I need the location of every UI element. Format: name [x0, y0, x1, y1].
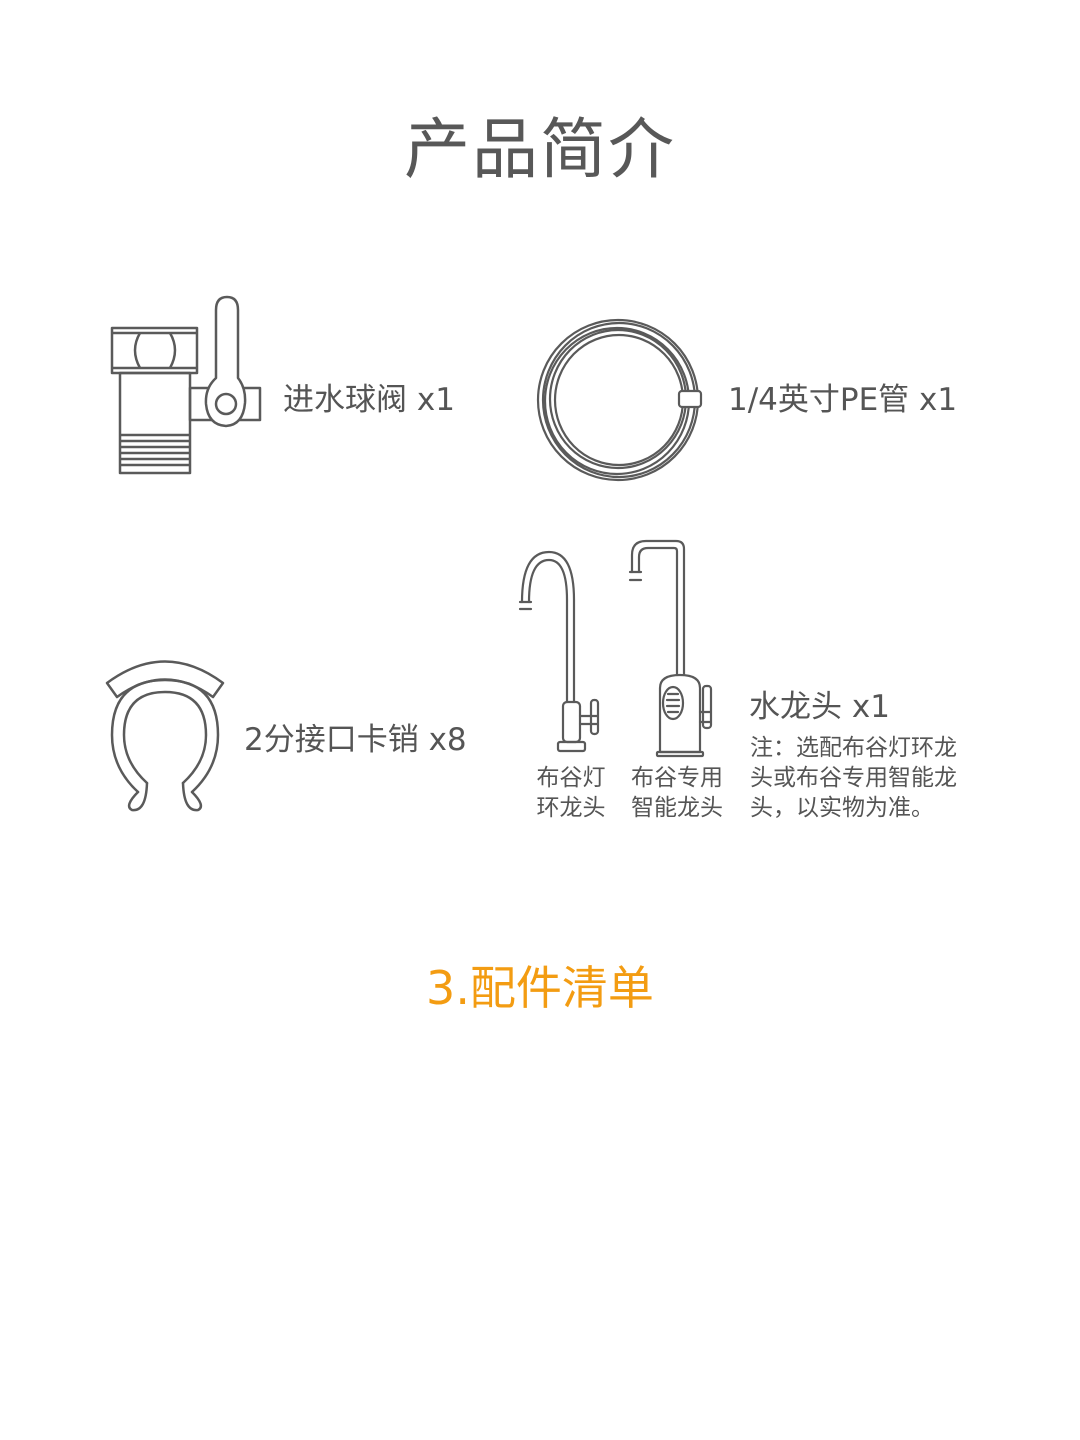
faucet-option-caption: 布谷灯 环龙头 [531, 763, 611, 823]
note-line: 头，以实物为准。 [750, 795, 934, 821]
valve-label: 进水球阀 x1 [283, 382, 455, 418]
note-line: 头或布谷专用智能龙 [750, 765, 957, 791]
faucet-label: 水龙头 x1 [749, 689, 890, 725]
caption-line: 智能龙头 [631, 795, 723, 821]
faucet-option-caption: 布谷专用 智能龙头 [626, 763, 728, 823]
caption-line: 布谷专用 [631, 765, 723, 791]
caption-line: 环龙头 [536, 795, 606, 821]
page-title: 产品简介 [404, 111, 676, 188]
coiled-tube-icon [0, 0, 1080, 1440]
tube-label: 1/4英寸PE管 x1 [728, 382, 958, 418]
note-line: 注：选配布谷灯环龙 [750, 735, 957, 761]
faucet-note: 注：选配布谷灯环龙 头或布谷专用智能龙 头，以实物为准。 [750, 733, 957, 823]
ball-valve-icon [0, 0, 1080, 1440]
clip-icon [0, 0, 1080, 1440]
clip-label: 2分接口卡销 x8 [244, 722, 467, 758]
section-heading: 3.配件清单 [426, 961, 654, 1015]
smart-faucet-icon [0, 0, 1080, 1440]
caption-line: 布谷灯 [536, 765, 606, 791]
ring-light-faucet-icon [0, 0, 1080, 1440]
